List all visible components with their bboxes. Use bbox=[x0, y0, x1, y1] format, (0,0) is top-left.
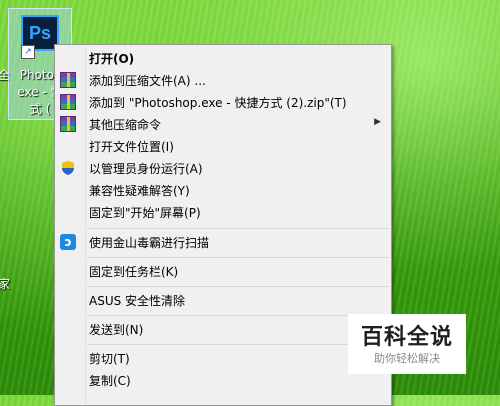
desktop-edge-text-bottom: 家 bbox=[0, 277, 11, 291]
menu-item-jinshan-scan[interactable]: ↄ 使用金山毒霸进行扫描 bbox=[57, 231, 389, 253]
watermark-logo: 百科全说 助你轻松解决 bbox=[348, 314, 466, 374]
menu-item-open[interactable]: 打开(O) bbox=[57, 47, 389, 69]
winrar-icon bbox=[60, 72, 76, 88]
menu-item-add-to-zip[interactable]: 添加到 "Photoshop.exe - 快捷方式 (2).zip"(T) bbox=[57, 91, 389, 113]
watermark-subtitle: 助你轻松解决 bbox=[374, 352, 440, 365]
shortcut-arrow-icon: ↗ bbox=[21, 45, 35, 59]
watermark-title: 百科全说 bbox=[360, 325, 453, 350]
menu-separator bbox=[87, 228, 389, 229]
menu-separator bbox=[87, 315, 389, 316]
winrar-icon bbox=[60, 116, 76, 132]
winrar-icon bbox=[60, 94, 76, 110]
context-menu: 打开(O) 添加到压缩文件(A) ... 添加到 "Photoshop.exe … bbox=[54, 44, 392, 406]
menu-item-pin-to-start[interactable]: 固定到"开始"屏幕(P) bbox=[57, 201, 389, 223]
jinshan-duba-icon: ↄ bbox=[60, 234, 76, 250]
menu-item-send-to[interactable]: 发送到(N) bbox=[57, 318, 389, 340]
menu-separator bbox=[87, 286, 389, 287]
menu-item-compatibility[interactable]: 兼容性疑难解答(Y) bbox=[57, 179, 389, 201]
menu-separator bbox=[87, 344, 389, 345]
menu-item-run-as-admin[interactable]: 以管理员身份运行(A) bbox=[57, 157, 389, 179]
menu-item-pin-to-taskbar[interactable]: 固定到任务栏(K) bbox=[57, 260, 389, 282]
menu-separator bbox=[87, 257, 389, 258]
submenu-arrow-icon: ▶ bbox=[374, 117, 381, 127]
menu-item-other-compress[interactable]: 其他压缩命令 ▶ bbox=[57, 113, 389, 135]
menu-item-open-file-location[interactable]: 打开文件位置(I) bbox=[57, 135, 389, 157]
uac-shield-icon bbox=[60, 160, 76, 176]
menu-item-add-to-archive[interactable]: 添加到压缩文件(A) ... bbox=[57, 69, 389, 91]
menu-item-copy[interactable]: 复制(C) bbox=[57, 369, 389, 391]
menu-item-cut[interactable]: 剪切(T) bbox=[57, 347, 389, 369]
menu-item-asus-secure-delete[interactable]: ASUS 安全性清除 bbox=[57, 289, 389, 311]
